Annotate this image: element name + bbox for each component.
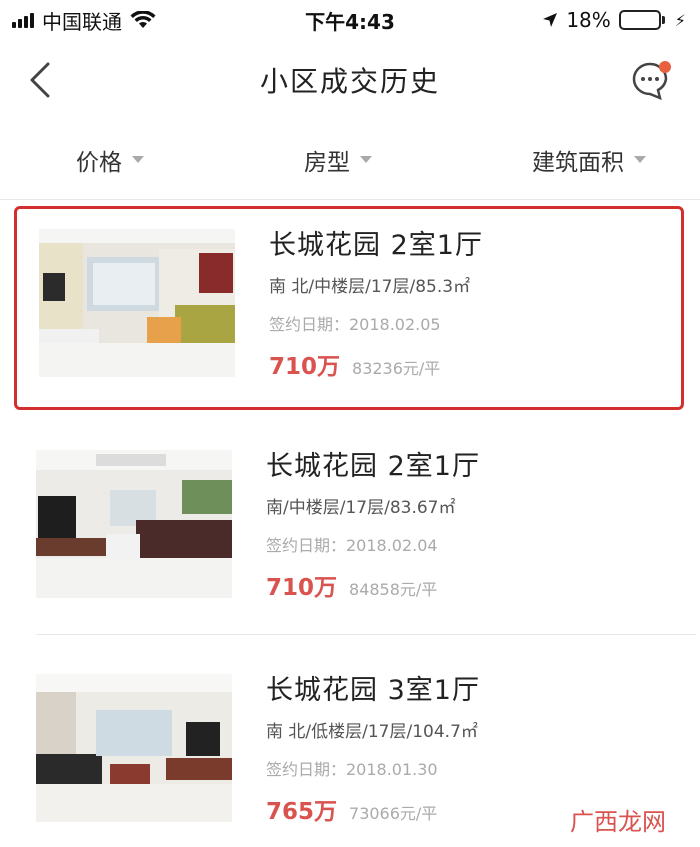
message-button[interactable]: [630, 60, 674, 101]
listing-unit-price: 84858元/平: [349, 580, 438, 599]
listing-date: 签约日期：2018.02.04: [266, 536, 438, 555]
notification-dot: [659, 61, 671, 73]
chevron-left-icon: [30, 62, 50, 98]
nav-bar: 小区成交历史: [0, 40, 700, 120]
status-bar: 中国联通 下午4:43 18% ⚡: [0, 0, 700, 40]
listing-info: 长城花园 2室1厅 南 北/中楼层/17层/85.3㎡ 签约日期：2018.02…: [269, 223, 671, 381]
listing-price: 710万: [269, 354, 341, 380]
back-button[interactable]: [22, 58, 58, 102]
listing-unit-price: 73066元/平: [349, 804, 438, 823]
filter-bar: 价格 房型 建筑面积: [0, 120, 700, 200]
status-right: 18% ⚡: [542, 8, 686, 32]
screen: 中国联通 下午4:43 18% ⚡ 小区成交历史 价格 房型 建筑面积 长城花园…: [0, 0, 700, 847]
battery-percent: 18%: [566, 8, 611, 32]
listing-title: 长城花园 2室1厅: [266, 451, 480, 482]
listing-photo: [39, 229, 235, 377]
battery-icon: [618, 10, 665, 30]
listing-unit-price: 83236元/平: [352, 359, 441, 378]
page-title: 小区成交历史: [259, 65, 440, 98]
location-arrow-icon: [543, 13, 558, 27]
filter-label: 价格: [76, 149, 122, 176]
listing-photo: [36, 674, 232, 822]
wifi-icon: [130, 11, 156, 28]
listing-title: 长城花园 3室1厅: [266, 675, 480, 706]
listing-meta: 南 北/低楼层/17层/104.7㎡: [266, 722, 478, 742]
listing-title: 长城花园 2室1厅: [269, 230, 483, 261]
list-item[interactable]: 长城花园 2室1厅 南 北/中楼层/17层/85.3㎡ 签约日期：2018.02…: [14, 206, 684, 410]
charging-icon: ⚡: [674, 10, 686, 30]
carrier-label: 中国联通: [42, 9, 122, 34]
caret-down-icon: [360, 156, 372, 163]
price-row: 710万 83236元/平: [269, 347, 671, 381]
filter-layout[interactable]: 房型: [304, 143, 372, 177]
caret-down-icon: [132, 156, 144, 163]
price-row: 710万 84858元/平: [266, 568, 674, 602]
listing-photo: [36, 450, 232, 598]
filter-area[interactable]: 建筑面积: [532, 143, 646, 177]
chat-bubble-icon: [632, 61, 671, 101]
listing-meta: 南/中楼层/17层/83.67㎡: [266, 498, 456, 518]
filter-label: 房型: [304, 149, 350, 176]
filter-price[interactable]: 价格: [76, 143, 144, 177]
status-left: 中国联通: [12, 6, 156, 35]
listing-date: 签约日期：2018.01.30: [266, 760, 438, 779]
filter-label: 建筑面积: [532, 149, 624, 176]
signal-icon: [12, 12, 34, 28]
listing-info: 长城花园 2室1厅 南/中楼层/17层/83.67㎡ 签约日期：2018.02.…: [266, 444, 674, 602]
watermark: 广西龙网: [570, 808, 666, 836]
caret-down-icon: [634, 156, 646, 163]
listing-price: 765万: [266, 799, 338, 825]
listing-price: 710万: [266, 575, 338, 601]
listing-date: 签约日期：2018.02.05: [269, 315, 441, 334]
list-divider: [36, 634, 696, 635]
listing-meta: 南 北/中楼层/17层/85.3㎡: [269, 277, 471, 297]
list-item[interactable]: 长城花园 2室1厅 南/中楼层/17层/83.67㎡ 签约日期：2018.02.…: [14, 430, 684, 634]
